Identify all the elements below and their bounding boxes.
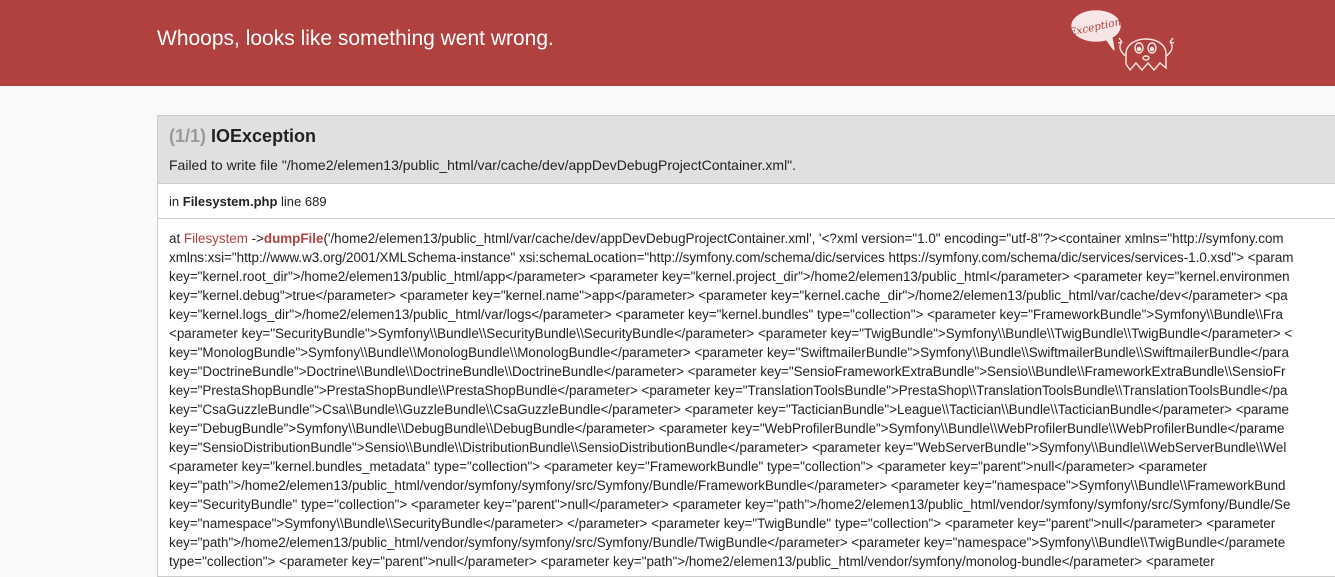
exception-title: (1/1) IOException [169, 126, 316, 147]
trace-line: key="kernel.logs_dir">/home2/elemen13/pu… [169, 307, 1283, 322]
trace-line: key="DoctrineBundle">Doctrine\\Bundle\\D… [169, 364, 1286, 379]
trace-line: key="CsaGuzzleBundle">Csa\\Bundle\\Guzzl… [169, 402, 1289, 417]
trace-line: key="kernel.root_dir">/home2/elemen13/pu… [169, 269, 1290, 284]
trace-function: dumpFile [263, 231, 324, 246]
location-file: Filesystem.php [182, 194, 278, 209]
trace-args: ('/home2/elemen13/public_html/var/cache/… [323, 231, 1284, 246]
trace-line: key="DebugBundle">Symfony\\Bundle\\Debug… [169, 421, 1285, 436]
location-line: line 689 [281, 194, 327, 209]
exception-panel: (1/1) IOException Failed to write file "… [157, 115, 1335, 577]
trace-line: key="SecurityBundle" type="collection"> … [169, 497, 1291, 512]
error-header: Whoops, looks like something went wrong.… [0, 0, 1335, 86]
stack-trace: at Filesystem ->dumpFile('/home2/elemen1… [158, 229, 1335, 571]
trace-line: key="PrestaShopBundle">PrestaShopBundle\… [169, 383, 1288, 398]
trace-line: key="path">/home2/elemen13/public_html/v… [169, 535, 1286, 550]
trace-line: at Filesystem ->dumpFile('/home2/elemen1… [169, 229, 1335, 248]
location-prefix: in [169, 194, 180, 209]
trace-at: at [169, 231, 181, 246]
trace-class[interactable]: Filesystem [184, 231, 248, 246]
exception-class: IOException [211, 126, 317, 146]
trace-line: key="SensioDistributionBundle">Sensio\\B… [169, 440, 1287, 455]
exception-ghost-logo: Exception! [1067, 10, 1175, 72]
trace-line: key="namespace">Symfony\\Bundle\\Securit… [169, 516, 1276, 531]
trace-line: key="path">/home2/elemen13/public_html/v… [169, 478, 1286, 493]
trace-line: key="kernel.debug">true</parameter> <par… [169, 288, 1288, 303]
exception-count: (1/1) [169, 126, 207, 146]
trace-arrow: -> [251, 231, 264, 246]
trace-line: xmlns:xsi="http://www.w3.org/2001/XMLSch… [169, 250, 1294, 265]
trace-line: <parameter key="kernel.bundles_metadata"… [169, 459, 1208, 474]
trace-line: key="MonologBundle">Symfony\\Bundle\\Mon… [169, 345, 1289, 360]
exception-summary: (1/1) IOException Failed to write file "… [158, 116, 1335, 184]
page-title: Whoops, looks like something went wrong. [157, 27, 554, 50]
trace-line: <parameter key="SecurityBundle">Symfony\… [169, 326, 1293, 341]
exception-location: in Filesystem.php line 689 [158, 184, 1335, 219]
trace-line: type="collection"> <parameter key="paren… [169, 554, 1215, 569]
exception-message: Failed to write file "/home2/elemen13/pu… [169, 157, 797, 173]
